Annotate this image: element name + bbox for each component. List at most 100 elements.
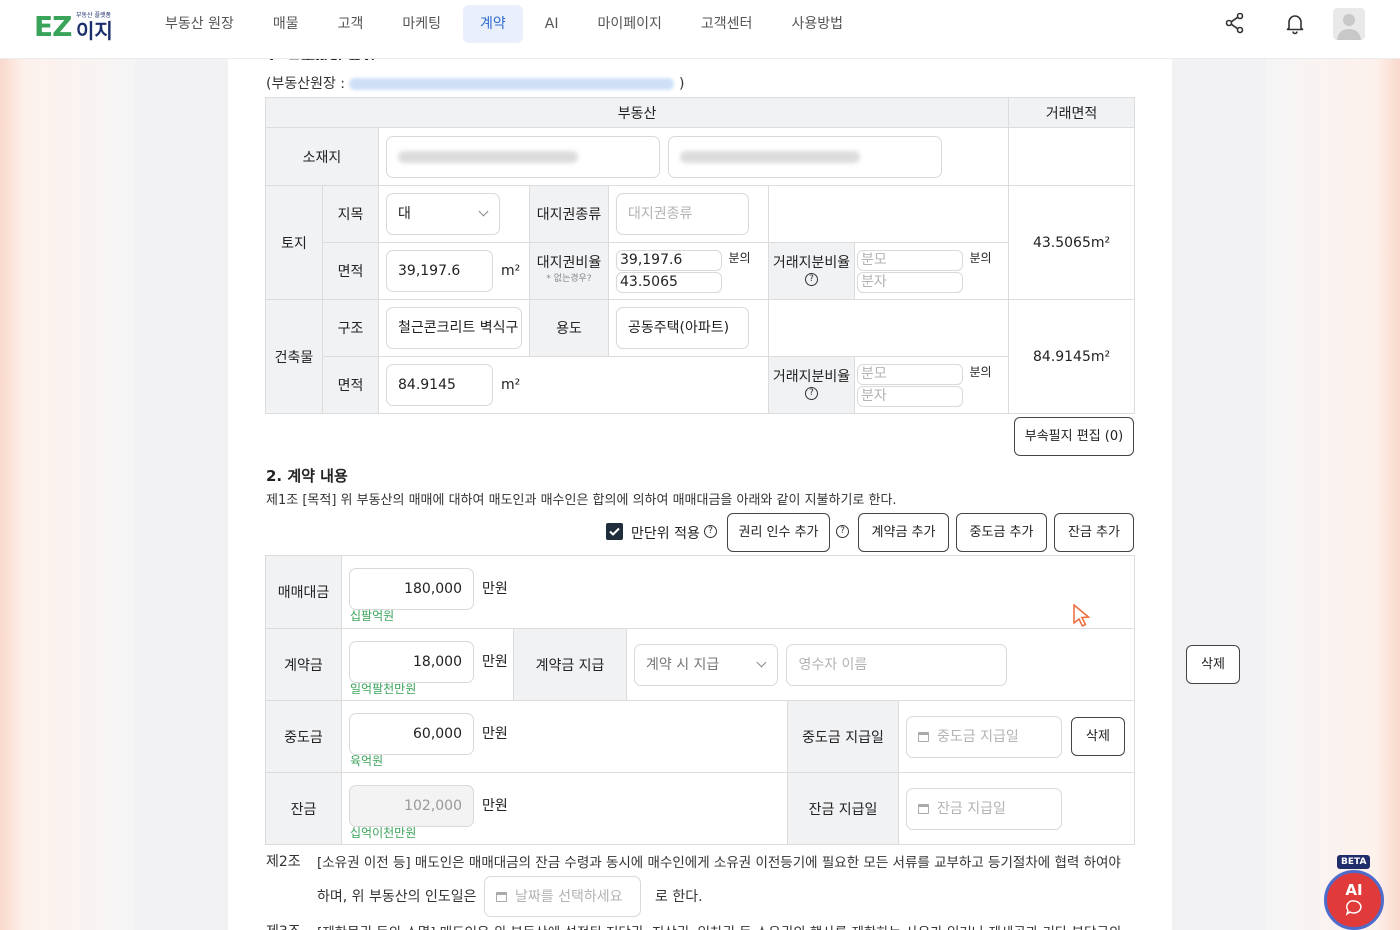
land-share-numerator-input[interactable]: 분자	[857, 271, 963, 293]
use-label: 용도	[529, 299, 609, 357]
structure-input[interactable]: 철근콘크리트 벽식구	[386, 307, 522, 349]
building-share-numerator-input[interactable]: 분자	[857, 385, 963, 407]
ratio-denominator-input[interactable]: 39,197.6	[616, 249, 722, 271]
add-balance-button[interactable]: 잔금 추가	[1054, 513, 1134, 552]
nav-item-marketing[interactable]: 마케팅	[385, 5, 458, 43]
handover-date-input[interactable]: 날짜를 선택하세요	[484, 876, 641, 917]
daejiright-type-input[interactable]: 대지권종류	[616, 193, 749, 235]
payment-table: 매매대금 180,000 만원 십팔억원 계약금 18,000 만원 일억팔천만원 …	[265, 555, 1240, 845]
article-2-number: 제2조	[266, 854, 301, 870]
register-reference: (부동산원장 : )	[266, 73, 684, 93]
middle-payment-unit: 만원	[482, 725, 508, 742]
ratio-numerator-input[interactable]: 43.5065	[616, 271, 722, 293]
add-middle-payment-button[interactable]: 중도금 추가	[956, 513, 1047, 552]
add-deposit-button[interactable]: 계약금 추가	[858, 513, 949, 552]
handover-date-placeholder: 날짜를 선택하세요	[515, 889, 623, 905]
nav-item-howto[interactable]: 사용방법	[774, 5, 860, 43]
bell-icon[interactable]	[1283, 11, 1307, 35]
help-icon[interactable]: ?	[805, 386, 818, 400]
land-share-denominator-input[interactable]: 분모	[857, 249, 963, 271]
user-avatar-icon[interactable]	[1333, 8, 1365, 40]
header-trade-area: 거래면적	[1008, 97, 1136, 128]
calendar-icon	[918, 803, 929, 814]
deposit-words: 일억팔천만원	[350, 682, 417, 696]
jimok-value: 대	[398, 206, 411, 222]
delete-middle-button[interactable]: 삭제	[1071, 717, 1125, 756]
building-share-fraction-word: 분의	[969, 364, 992, 379]
help-icon[interactable]: ?	[805, 272, 818, 286]
deposit-unit: 만원	[482, 653, 508, 670]
land-share-fraction-word: 분의	[969, 250, 992, 265]
daejiright-ratio-note: * 없는경우?	[546, 274, 592, 284]
nav-item-listings[interactable]: 매물	[256, 5, 316, 43]
help-icon[interactable]: ?	[836, 525, 849, 538]
deposit-payment-value: 계약 시 지급	[646, 656, 720, 673]
deposit-payment-select[interactable]: 계약 시 지급	[634, 643, 778, 686]
share-icon[interactable]	[1223, 11, 1247, 35]
nav-item-ledger[interactable]: 부동산 원장	[148, 5, 251, 43]
receiver-name-input[interactable]: 영수자 이름	[786, 643, 1008, 686]
article-3-line-1: [제한물권 등의 소멸] 매도인은 위 부동산에 설정된 저당권, 지상권, 임…	[317, 921, 1121, 930]
ez-logo[interactable]: EZ 부동산 플랫폼 이지	[34, 10, 114, 43]
land-area-input[interactable]: 39,197.6	[386, 250, 493, 292]
balance-date-label: 잔금 지급일	[787, 772, 899, 845]
delete-deposit-button[interactable]: 삭제	[1186, 645, 1240, 684]
main-nav: 부동산 원장 매물 고객 마케팅 계약 AI 마이페이지 고객센터 사용방법	[148, 5, 865, 43]
man-unit-label[interactable]: 만단위 적용	[631, 523, 700, 543]
balance-input: 102,000	[349, 784, 474, 827]
nav-item-support[interactable]: 고객센터	[684, 5, 770, 43]
calendar-icon	[496, 892, 507, 902]
deposit-input[interactable]: 18,000	[349, 640, 474, 683]
register-link-blurred[interactable]	[349, 78, 675, 90]
article-3-number: 제3조	[266, 921, 301, 930]
help-icon[interactable]: ?	[704, 525, 717, 538]
add-rights-button[interactable]: 권리 인수 추가	[727, 513, 830, 552]
ai-fab-label: AI	[1345, 881, 1363, 899]
jimok-select[interactable]: 대	[386, 193, 500, 235]
daejiright-ratio-label: 대지권비율	[536, 255, 602, 271]
middle-payment-input[interactable]: 60,000	[349, 712, 474, 755]
article-2-line-1: [소유권 이전 등] 매도인은 매매대금의 잔금 수령과 동시에 매수인에게 소…	[317, 855, 1121, 871]
sale-price-label: 매매대금	[265, 555, 342, 629]
article-2-line-2-prefix: 하며, 위 부동산의 인도일은	[317, 889, 477, 905]
man-unit-checkbox[interactable]	[606, 523, 623, 540]
register-suffix: )	[678, 76, 685, 92]
location-label: 소재지	[265, 127, 379, 186]
deposit-payment-label: 계약금 지급	[513, 628, 627, 701]
middle-date-input[interactable]: 중도금 지급일	[906, 715, 1062, 758]
property-table: 부동산 거래면적 소재지 토지 지목 대 대지권종류 대지권종류 43.5065…	[264, 97, 1136, 414]
middle-date-placeholder: 중도금 지급일	[937, 728, 1019, 745]
location-detail-input[interactable]	[668, 135, 943, 178]
use-input[interactable]: 공동주택(아파트)	[616, 307, 749, 349]
land-area-label: 면적	[322, 242, 379, 300]
daejiright-type-label: 대지권종류	[529, 185, 609, 243]
chevron-down-icon	[478, 206, 489, 217]
contract-form: 1. 부동산의 표시 (부동산원장 : ) 부동산 거래면적 소재지 토지 지목…	[0, 0, 1400, 930]
nav-item-mypage[interactable]: 마이페이지	[581, 5, 679, 43]
balance-words: 십억이천만원	[350, 826, 417, 840]
location-address-input[interactable]	[386, 135, 660, 178]
mouse-cursor-icon	[1073, 604, 1091, 628]
nav-item-contract[interactable]: 계약	[463, 5, 523, 43]
register-prefix: (부동산원장 :	[266, 76, 346, 92]
balance-date-placeholder: 잔금 지급일	[937, 800, 1006, 817]
section-2-title: 2. 계약 내용	[266, 467, 348, 485]
logo-izi-text: 이지	[76, 19, 113, 43]
sale-price-input[interactable]: 180,000	[349, 568, 474, 610]
building-share-denominator-input[interactable]: 분모	[857, 363, 963, 385]
building-share-label: 거래지분비율	[772, 369, 851, 385]
nav-item-ai[interactable]: AI	[528, 5, 576, 43]
ai-assistant-button[interactable]: AI	[1324, 870, 1384, 930]
middle-payment-label: 중도금	[265, 700, 342, 773]
sale-price-words: 십팔억원	[350, 609, 395, 623]
balance-date-input[interactable]: 잔금 지급일	[906, 787, 1062, 830]
nav-item-customers[interactable]: 고객	[321, 5, 381, 43]
building-area-input[interactable]: 84.9145	[386, 364, 493, 406]
attached-lot-edit-button[interactable]: 부속필지 편집 (0)	[1014, 417, 1134, 456]
top-navigation-bar: EZ 부동산 플랫폼 이지 부동산 원장 매물 고객 마케팅 계약 AI 마이페…	[0, 0, 1400, 59]
chat-bubble-icon	[1345, 900, 1362, 916]
sale-price-unit: 만원	[482, 581, 508, 597]
address-blurred	[398, 150, 578, 163]
balance-unit: 만원	[482, 797, 508, 814]
building-area-label: 면적	[322, 356, 379, 414]
